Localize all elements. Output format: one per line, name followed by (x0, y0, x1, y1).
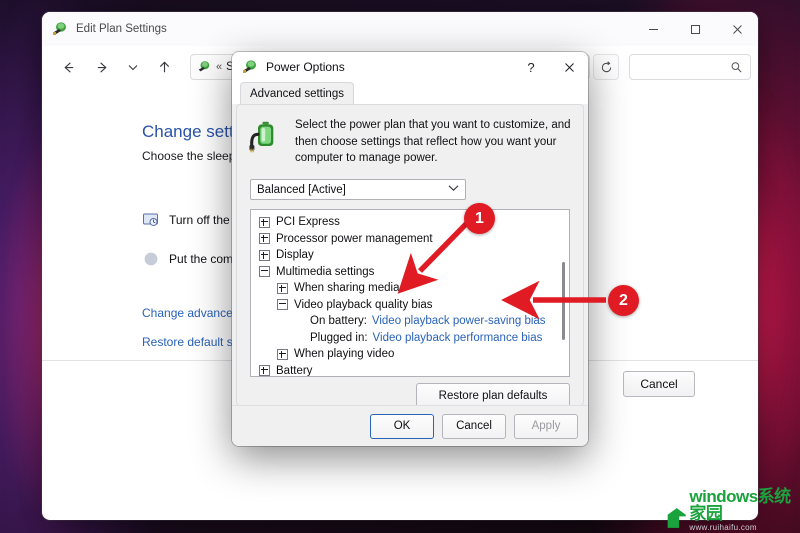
setting-row-sleep: Put the comp (142, 250, 240, 268)
search-input[interactable] (629, 54, 751, 80)
breadcrumb-overflow-chevrons[interactable]: « (216, 61, 222, 73)
tree-item-label: Video playback quality bias (294, 298, 433, 311)
minimize-button[interactable] (632, 12, 674, 46)
battery-plug-icon (249, 121, 274, 153)
power-plug-icon (53, 22, 66, 35)
windows-house-logo-icon (667, 508, 686, 528)
apply-button[interactable]: Apply (514, 413, 578, 439)
search-icon (731, 61, 742, 72)
tree-item[interactable]: Battery (251, 363, 569, 377)
tree-item[interactable]: When sharing media (251, 280, 569, 297)
tree-item[interactable]: Display (251, 247, 569, 264)
watermark-name: windows系统家园 (689, 487, 791, 523)
tree-item[interactable]: Multimedia settings (251, 264, 569, 281)
tree-collapse-icon[interactable] (277, 299, 288, 311)
refresh-button[interactable] (593, 54, 619, 80)
tree-expand-icon[interactable] (277, 282, 288, 294)
tree-collapse-icon[interactable] (259, 266, 270, 278)
tree-item-label: PCI Express (276, 216, 340, 229)
tree-item-label: On battery: (310, 315, 367, 328)
annotation-badge-2: 2 (608, 285, 639, 316)
chevron-down-icon (448, 184, 459, 195)
tree-item-label: Plugged in: (310, 331, 368, 344)
tree-item[interactable]: Processor power management (251, 231, 569, 248)
close-button[interactable] (716, 12, 758, 46)
sleep-moon-icon (144, 252, 158, 266)
tree-item-value[interactable]: Video playback power-saving bias (372, 315, 546, 327)
tree-scrollbar[interactable] (562, 262, 565, 340)
tree-item-label: Battery (276, 364, 313, 377)
window-title: Edit Plan Settings (76, 23, 167, 35)
help-button[interactable]: ? (512, 52, 550, 82)
tree-list: PCI Express Processor power management Dis… (251, 214, 569, 377)
recent-locations-chevron-down-icon[interactable] (122, 53, 144, 81)
screen: Edit Plan Settings « Change setting Choo… (0, 0, 800, 533)
watermark: windows系统家园 www.ruihaifu.com (666, 488, 800, 532)
link-change-advanced[interactable]: Change advanced (142, 306, 239, 320)
tree-item[interactable]: PCI Express (251, 214, 569, 231)
watermark-url: www.ruihaifu.com (689, 523, 757, 532)
tree-item[interactable]: Video playback quality bias (251, 297, 569, 314)
dialog-footer: OK Cancel Apply (232, 405, 588, 446)
display-off-icon (143, 213, 158, 226)
power-plug-icon (243, 60, 256, 73)
tree-expand-icon[interactable] (277, 348, 288, 360)
back-button[interactable] (54, 53, 82, 81)
tree-item-label: Multimedia settings (276, 265, 375, 278)
tree-item-label: When sharing media (294, 282, 400, 295)
setting-row-label: Put the comp (169, 252, 240, 266)
tree-item[interactable]: When playing video (251, 346, 569, 363)
maximize-button[interactable] (674, 12, 716, 46)
refresh-icon (601, 60, 611, 72)
dialog-description-block: Select the power plan that you want to c… (249, 117, 571, 167)
tree-expand-icon[interactable] (259, 233, 270, 245)
dialog-close-button[interactable] (550, 52, 588, 82)
advanced-settings-tree[interactable]: PCI Express Processor power management Dis… (250, 209, 570, 377)
tree-expand-icon[interactable] (259, 249, 270, 261)
tree-item-label: Display (276, 249, 314, 262)
forward-button[interactable] (88, 53, 116, 81)
dialog-caption-buttons: ? (512, 52, 588, 82)
dialog-description: Select the power plan that you want to c… (295, 119, 571, 165)
tree-item[interactable]: Plugged in: Video playback performance bi… (251, 330, 569, 347)
tree-item-value[interactable]: Video playback performance bias (373, 332, 543, 344)
power-plan-select[interactable]: Balanced [Active] (250, 179, 466, 200)
cancel-button[interactable]: Cancel (623, 371, 695, 397)
setting-row-display: Turn off the di (142, 211, 242, 229)
tree-expand-icon[interactable] (259, 216, 270, 228)
dialog-body: Select the power plan that you want to c… (236, 104, 584, 408)
window-titlebar: Edit Plan Settings (42, 12, 758, 46)
window-caption-buttons (632, 12, 758, 46)
tree-item-label: When playing video (294, 348, 395, 361)
dialog-title: Power Options (266, 60, 345, 74)
annotation-badge-1: 1 (464, 203, 495, 234)
dialog-titlebar: Power Options ? (232, 52, 588, 82)
up-button[interactable] (150, 53, 178, 81)
tree-item-label: Processor power management (276, 232, 433, 245)
ok-button[interactable]: OK (370, 413, 434, 439)
tab-advanced-settings[interactable]: Advanced settings (240, 82, 354, 105)
link-restore-defaults[interactable]: Restore default set (142, 335, 243, 349)
power-plan-value: Balanced [Active] (257, 183, 346, 196)
power-plug-icon (198, 61, 210, 72)
tree-item[interactable]: On battery: Video playback power-saving b… (251, 313, 569, 330)
tree-expand-icon[interactable] (259, 365, 270, 376)
dialog-tabstrip: Advanced settings (232, 82, 588, 105)
page-subtitle: Choose the sleep a (142, 149, 246, 163)
dialog-cancel-button[interactable]: Cancel (442, 413, 506, 439)
watermark-text: windows系统家园 www.ruihaifu.com (689, 488, 800, 532)
power-options-dialog: Power Options ? Advanced settings Select… (232, 52, 588, 446)
